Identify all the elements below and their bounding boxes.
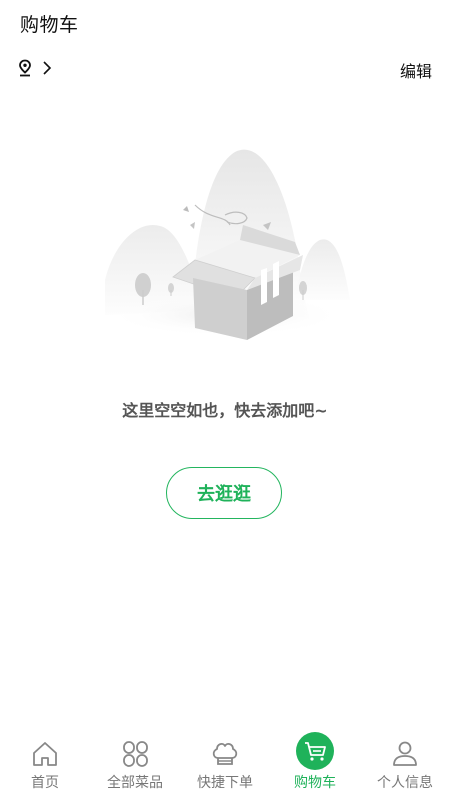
tab-home[interactable]: 首页 bbox=[0, 738, 90, 800]
browse-button[interactable]: 去逛逛 bbox=[166, 467, 282, 519]
tab-label: 全部菜品 bbox=[107, 775, 163, 791]
chef-hat-icon bbox=[212, 742, 238, 765]
tab-label: 个人信息 bbox=[377, 775, 433, 791]
tab-label: 首页 bbox=[31, 775, 59, 791]
empty-cart-illustration bbox=[105, 149, 350, 340]
home-icon bbox=[33, 742, 57, 766]
cart-icon bbox=[296, 732, 334, 770]
location-selector[interactable] bbox=[18, 56, 52, 80]
tab-cart[interactable]: 购物车 bbox=[270, 732, 360, 800]
tab-profile[interactable]: 个人信息 bbox=[360, 738, 450, 800]
location-pin-icon bbox=[19, 59, 31, 77]
empty-message: 这里空空如也，快去添加吧~ bbox=[122, 401, 328, 420]
header: 购物车 编辑 bbox=[0, 0, 450, 92]
bottom-tabbar: 首页 全部菜品 快捷下单 购物车 个人信息 bbox=[0, 732, 450, 800]
chevron-right-icon bbox=[43, 61, 52, 75]
tab-label: 购物车 bbox=[294, 775, 336, 791]
grid-icon bbox=[123, 741, 148, 767]
tab-quick-order[interactable]: 快捷下单 bbox=[180, 738, 270, 800]
page-title: 购物车 bbox=[20, 14, 79, 36]
edit-button[interactable]: 编辑 bbox=[400, 58, 432, 82]
user-icon bbox=[393, 741, 417, 766]
tab-all-dishes[interactable]: 全部菜品 bbox=[90, 738, 180, 800]
tab-label: 快捷下单 bbox=[197, 775, 253, 791]
